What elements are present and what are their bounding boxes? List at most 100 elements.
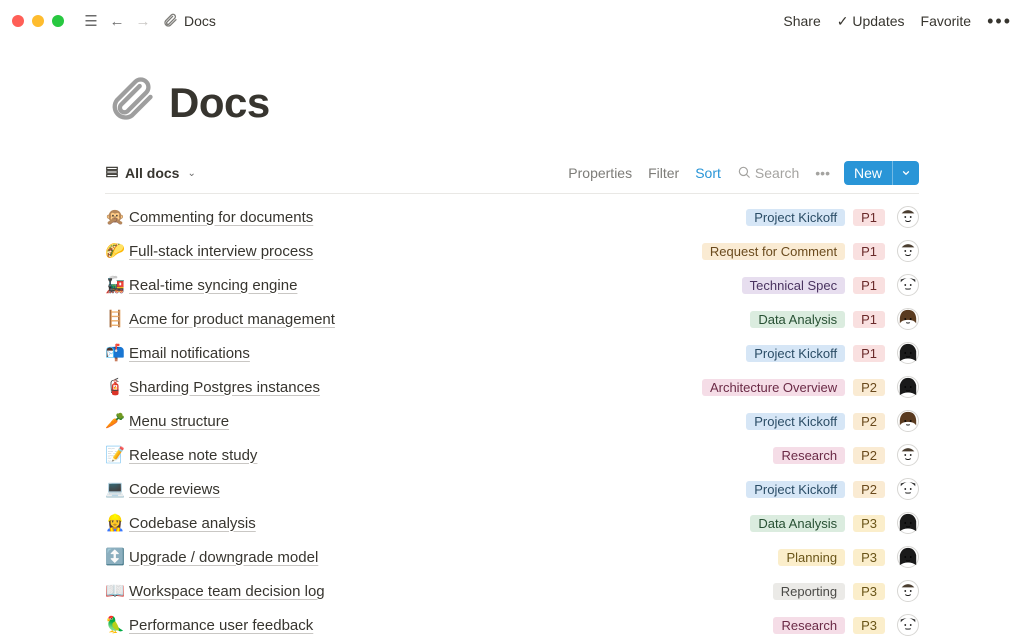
page-title: Docs bbox=[169, 79, 270, 127]
doc-owner-avatar[interactable] bbox=[897, 546, 919, 568]
doc-owner-avatar[interactable] bbox=[897, 512, 919, 534]
doc-priority-tag: P2 bbox=[853, 379, 885, 396]
doc-row[interactable]: 📖Workspace team decision log Reporting P3 bbox=[105, 574, 919, 608]
doc-owner-avatar[interactable] bbox=[897, 308, 919, 330]
doc-title[interactable]: Release note study bbox=[129, 447, 257, 464]
new-button[interactable]: New bbox=[844, 161, 919, 185]
doc-category-tag: Research bbox=[773, 617, 845, 634]
share-button[interactable]: Share bbox=[783, 13, 820, 29]
new-button-caret[interactable] bbox=[892, 161, 919, 185]
doc-row[interactable]: 🦜Performance user feedback Research P3 bbox=[105, 608, 919, 642]
doc-owner-avatar[interactable] bbox=[897, 580, 919, 602]
doc-owner-avatar[interactable] bbox=[897, 614, 919, 636]
doc-emoji: 🦜 bbox=[105, 615, 129, 635]
view-name: All docs bbox=[125, 165, 179, 181]
doc-emoji: 📖 bbox=[105, 581, 129, 601]
doc-emoji: 💻 bbox=[105, 479, 129, 499]
doc-priority-tag: P2 bbox=[853, 481, 885, 498]
doc-title[interactable]: Codebase analysis bbox=[129, 515, 256, 532]
doc-row[interactable]: 🧯Sharding Postgres instances Architecture… bbox=[105, 370, 919, 404]
doc-priority-tag: P2 bbox=[853, 447, 885, 464]
doc-row[interactable]: 🥕Menu structureProject KickoffP2 bbox=[105, 404, 919, 438]
doc-owner-avatar[interactable] bbox=[897, 478, 919, 500]
doc-category-tag: Data Analysis bbox=[750, 515, 845, 532]
doc-title[interactable]: Commenting for documents bbox=[129, 209, 313, 226]
doc-priority-tag: P1 bbox=[853, 243, 885, 260]
page-icon[interactable] bbox=[105, 72, 157, 133]
doc-title[interactable]: Sharding Postgres instances bbox=[129, 379, 320, 396]
doc-row[interactable]: 🙊Commenting for documents Project Kickoff… bbox=[105, 200, 919, 234]
breadcrumb[interactable]: Docs bbox=[162, 12, 216, 31]
nav-back-icon[interactable]: ← bbox=[104, 8, 130, 34]
maximize-window-button[interactable] bbox=[52, 15, 64, 27]
doc-priority-tag: P1 bbox=[853, 277, 885, 294]
doc-row[interactable]: ↕️Upgrade / downgrade modelPlanningP3 bbox=[105, 540, 919, 574]
updates-button[interactable]: ✓ Updates bbox=[837, 13, 905, 30]
breadcrumb-title: Docs bbox=[184, 13, 216, 29]
doc-category-tag: Project Kickoff bbox=[746, 209, 845, 226]
search-button[interactable]: Search bbox=[737, 165, 799, 182]
doc-title[interactable]: Performance user feedback bbox=[129, 617, 313, 634]
sidebar-toggle-icon[interactable]: ☰ bbox=[78, 8, 104, 34]
doc-title[interactable]: Acme for product management bbox=[129, 311, 335, 328]
doc-owner-avatar[interactable] bbox=[897, 342, 919, 364]
doc-row[interactable]: 📬Email notifications Project Kickoff P1 bbox=[105, 336, 919, 370]
traffic-lights bbox=[12, 15, 64, 27]
close-window-button[interactable] bbox=[12, 15, 24, 27]
nav-forward-icon[interactable]: → bbox=[130, 8, 156, 34]
doc-priority-tag: P1 bbox=[853, 345, 885, 362]
doc-row[interactable]: 🚂Real-time syncing engine Technical Spec P… bbox=[105, 268, 919, 302]
window-chrome: ☰ ← → Docs Share ✓ Updates Favorite ••• bbox=[0, 0, 1024, 42]
doc-emoji: ↕️ bbox=[105, 547, 129, 567]
doc-priority-tag: P3 bbox=[853, 583, 885, 600]
doc-row[interactable]: 💻Code reviewsProject KickoffP2 bbox=[105, 472, 919, 506]
database-toolbar: All docs ⌄ Properties Filter Sort Search… bbox=[105, 161, 919, 193]
doc-title[interactable]: Workspace team decision log bbox=[129, 583, 325, 600]
toolbar-more-icon[interactable]: ••• bbox=[815, 165, 830, 181]
doc-title[interactable]: Upgrade / downgrade model bbox=[129, 549, 318, 566]
doc-emoji: 🪜 bbox=[105, 309, 129, 329]
doc-emoji: 🧯 bbox=[105, 377, 129, 397]
doc-title[interactable]: Real-time syncing engine bbox=[129, 277, 297, 294]
doc-list: 🙊Commenting for documents Project Kickoff… bbox=[105, 200, 919, 642]
doc-emoji: 🚂 bbox=[105, 275, 129, 295]
filter-button[interactable]: Filter bbox=[648, 165, 679, 181]
doc-emoji: 📬 bbox=[105, 343, 129, 363]
top-actions: Share ✓ Updates Favorite ••• bbox=[783, 11, 1012, 32]
doc-owner-avatar[interactable] bbox=[897, 410, 919, 432]
favorite-button[interactable]: Favorite bbox=[921, 13, 972, 29]
doc-owner-avatar[interactable] bbox=[897, 206, 919, 228]
sort-button[interactable]: Sort bbox=[695, 165, 721, 181]
doc-priority-tag: P3 bbox=[853, 617, 885, 634]
doc-category-tag: Technical Spec bbox=[742, 277, 845, 294]
minimize-window-button[interactable] bbox=[32, 15, 44, 27]
doc-title[interactable]: Email notifications bbox=[129, 345, 250, 362]
doc-owner-avatar[interactable] bbox=[897, 240, 919, 262]
search-icon bbox=[737, 165, 751, 182]
doc-title[interactable]: Full-stack interview process bbox=[129, 243, 313, 260]
doc-category-tag: Reporting bbox=[773, 583, 845, 600]
doc-row[interactable]: 🪜Acme for product managementData Analysi… bbox=[105, 302, 919, 336]
paperclip-icon bbox=[162, 12, 178, 31]
doc-emoji: 🙊 bbox=[105, 207, 129, 227]
list-view-icon bbox=[105, 165, 119, 182]
doc-owner-avatar[interactable] bbox=[897, 274, 919, 296]
doc-category-tag: Architecture Overview bbox=[702, 379, 845, 396]
doc-category-tag: Project Kickoff bbox=[746, 345, 845, 362]
page-content: Docs All docs ⌄ Properties Filter Sort S… bbox=[0, 42, 1024, 642]
doc-owner-avatar[interactable] bbox=[897, 444, 919, 466]
doc-priority-tag: P3 bbox=[853, 549, 885, 566]
doc-owner-avatar[interactable] bbox=[897, 376, 919, 398]
doc-title[interactable]: Code reviews bbox=[129, 481, 220, 498]
doc-row[interactable]: 👷‍♀️Codebase analysisData AnalysisP3 bbox=[105, 506, 919, 540]
doc-category-tag: Project Kickoff bbox=[746, 413, 845, 430]
doc-category-tag: Research bbox=[773, 447, 845, 464]
doc-row[interactable]: 🌮Full-stack interview processRequest for… bbox=[105, 234, 919, 268]
doc-row[interactable]: 📝Release note studyResearchP2 bbox=[105, 438, 919, 472]
doc-title[interactable]: Menu structure bbox=[129, 413, 229, 430]
view-selector[interactable]: All docs ⌄ bbox=[105, 165, 196, 182]
more-menu-icon[interactable]: ••• bbox=[987, 11, 1012, 32]
doc-priority-tag: P1 bbox=[853, 209, 885, 226]
toolbar-divider bbox=[105, 193, 919, 194]
properties-button[interactable]: Properties bbox=[568, 165, 632, 181]
